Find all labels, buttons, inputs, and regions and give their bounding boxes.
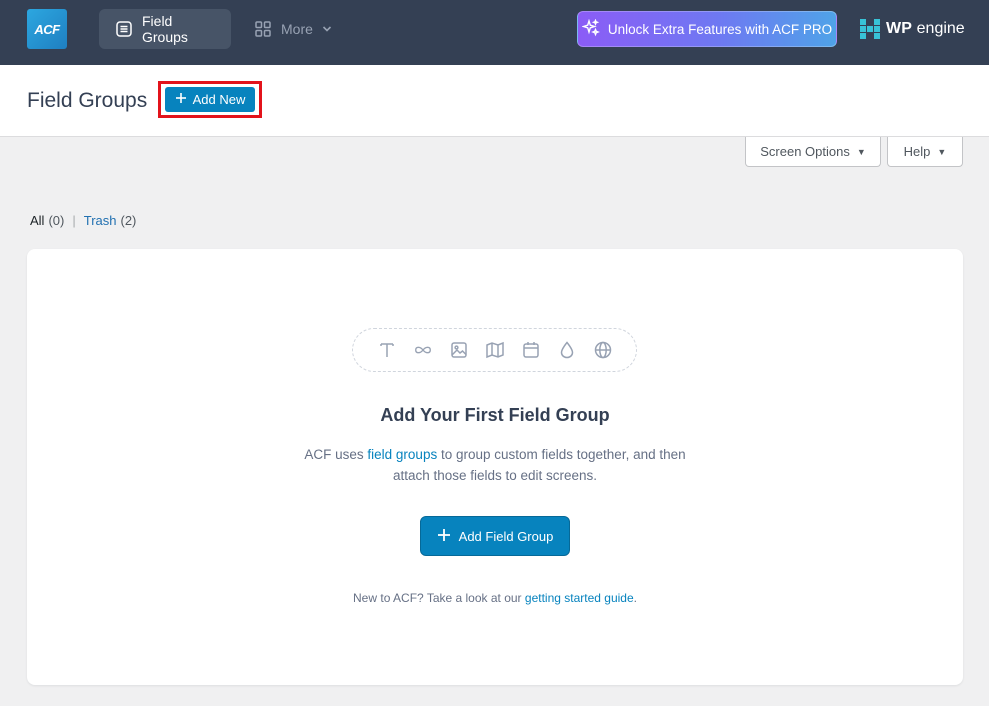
list-icon xyxy=(115,20,133,38)
tab-more-label: More xyxy=(281,21,313,37)
wp-engine-logo[interactable]: WP engine xyxy=(860,18,965,40)
wp-engine-grid-icon xyxy=(860,19,880,39)
highlight-box: Add New xyxy=(158,81,262,118)
filter-trash-count: (2) xyxy=(120,213,137,228)
drop-icon xyxy=(557,340,577,360)
status-filters: All (0) | Trash (2) xyxy=(30,213,136,228)
sparkle-icon xyxy=(580,18,600,40)
tab-more[interactable]: More xyxy=(240,9,346,49)
acf-admin-toolbar: ACF Field Groups More Unlock Extra Featu… xyxy=(0,0,989,65)
help-label: Help xyxy=(903,144,931,159)
tab-field-groups-label: Field Groups xyxy=(142,13,188,45)
add-new-label: Add New xyxy=(192,92,246,107)
screen-options-label: Screen Options xyxy=(760,144,850,159)
calendar-icon xyxy=(521,340,541,360)
tab-field-groups[interactable]: Field Groups xyxy=(99,9,231,49)
plus-icon xyxy=(437,528,451,545)
image-icon xyxy=(449,340,469,360)
filter-trash[interactable]: Trash xyxy=(84,213,117,228)
help-button[interactable]: Help ▼ xyxy=(887,137,963,167)
text-icon xyxy=(377,340,397,360)
empty-state-card: Add Your First Field Group ACF uses fiel… xyxy=(27,249,963,685)
plus-icon xyxy=(175,92,187,107)
getting-started-link[interactable]: getting started guide xyxy=(525,591,634,605)
add-field-group-label: Add Field Group xyxy=(458,528,554,544)
filter-all-count: (0) xyxy=(48,213,65,228)
add-field-group-button[interactable]: Add Field Group xyxy=(420,516,570,556)
acf-logo[interactable]: ACF xyxy=(27,9,67,49)
filter-all[interactable]: All xyxy=(30,213,44,228)
chevron-down-icon xyxy=(322,24,332,34)
map-icon xyxy=(485,340,505,360)
filter-separator: | xyxy=(72,213,76,228)
caret-down-icon: ▼ xyxy=(856,146,866,157)
wp-engine-wordmark: WP engine xyxy=(886,20,965,37)
page-title: Field Groups xyxy=(27,89,148,112)
screen-options-button[interactable]: Screen Options ▼ xyxy=(745,137,881,167)
page-header: Field Groups Add New xyxy=(0,65,989,137)
unlock-pro-label: Unlock Extra Features with ACF PRO xyxy=(607,21,833,37)
field-types-pill xyxy=(352,328,637,372)
globe-icon xyxy=(593,340,613,360)
add-new-button[interactable]: Add New xyxy=(165,87,255,112)
grid-icon xyxy=(254,20,272,38)
caret-down-icon: ▼ xyxy=(937,146,947,157)
infinity-icon xyxy=(413,340,433,360)
empty-state-description: ACF uses field groups to group custom fi… xyxy=(304,447,686,483)
getting-started-note: New to ACF? Take a look at our getting s… xyxy=(353,591,637,605)
field-groups-link[interactable]: field groups xyxy=(367,447,437,462)
empty-state-title: Add Your First Field Group xyxy=(380,405,610,425)
unlock-pro-button[interactable]: Unlock Extra Features with ACF PRO xyxy=(577,11,837,47)
